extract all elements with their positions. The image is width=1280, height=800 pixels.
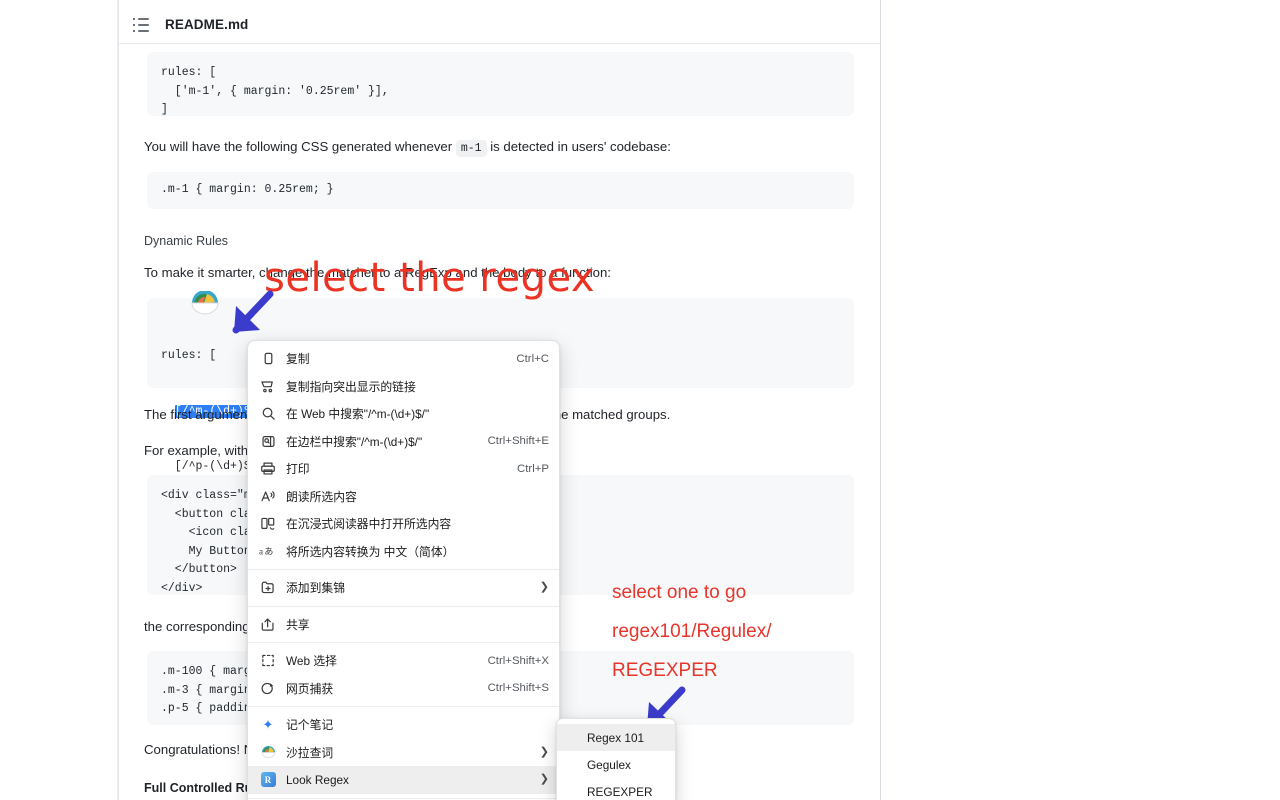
share-icon xyxy=(256,615,280,633)
chevron-right-icon: ❯ xyxy=(539,745,549,758)
submenu-item[interactable]: Gegulex xyxy=(557,751,675,778)
list-icon[interactable] xyxy=(133,17,149,32)
context-menu-item-shortcut: Ctrl+Shift+X xyxy=(487,654,549,667)
menu-separator xyxy=(248,642,559,643)
submenu-item[interactable]: REGEXPER xyxy=(557,778,675,800)
context-menu-item-shortcut: Ctrl+C xyxy=(516,352,549,365)
context-menu-item-label: 添加到集锦 xyxy=(286,581,345,596)
context-menu-item[interactable]: 添加到集锦 ❯ xyxy=(248,574,559,602)
svg-text:あ: あ xyxy=(264,547,273,558)
context-menu-item-shortcut: Ctrl+P xyxy=(517,462,549,475)
context-menu-item-shortcut: Ctrl+Shift+S xyxy=(487,682,549,695)
context-menu-item[interactable]: 在边栏中搜索"/^m-(\d+)$/" Ctrl+Shift+E xyxy=(248,428,559,456)
page-left-gutter xyxy=(0,0,118,800)
context-menu-item[interactable]: 在 Web 中搜索"/^m-(\d+)$/" xyxy=(248,400,559,428)
copy-icon xyxy=(256,350,280,368)
context-menu-item-label: 沙拉查词 xyxy=(286,745,334,760)
context-menu-item-label: 在 Web 中搜索"/^m-(\d+)$/" xyxy=(286,407,430,422)
context-menu-item[interactable]: ✦ 记个笔记 xyxy=(248,711,559,739)
paragraph-css-generated-post: is detected in users' codebase: xyxy=(486,139,671,154)
context-menu-item-label: Look Regex xyxy=(286,772,349,787)
web-select-icon xyxy=(256,652,280,670)
submenu-item[interactable]: Regex 101 xyxy=(557,724,675,751)
sidebar-search-icon xyxy=(256,432,280,450)
context-menu-item[interactable]: 朗读所选内容 xyxy=(248,483,559,511)
context-menu-item[interactable]: 打印 Ctrl+P xyxy=(248,455,559,483)
add-collection-icon xyxy=(256,579,280,597)
code-block-generated-css: .m-1 { margin: 0.25rem; } xyxy=(147,172,854,209)
context-menu-item-label: 共享 xyxy=(286,617,310,632)
paragraph-css-generated: You will have the following CSS generate… xyxy=(144,137,854,159)
menu-separator xyxy=(248,605,559,607)
chevron-right-icon: ❯ xyxy=(539,773,549,786)
context-menu-item-shortcut: Ctrl+Shift+E xyxy=(487,435,549,448)
look-regex-icon: R xyxy=(256,771,280,789)
annotation-regex-sites: regex101/Regulex/ xyxy=(612,621,772,642)
context-menu-item-label: 打印 xyxy=(286,462,310,477)
search-icon xyxy=(256,405,280,423)
context-menu-item[interactable]: a あ将所选内容转换为 中文（简体） xyxy=(248,538,559,566)
page-right-gutter xyxy=(881,0,1280,800)
subheading-dynamic-rules: Dynamic Rules xyxy=(144,234,229,248)
read-aloud-icon xyxy=(256,487,280,505)
file-name: README.md xyxy=(165,17,249,32)
copy-link-icon xyxy=(256,377,280,395)
context-menu-item-label: Web 选择 xyxy=(286,654,337,669)
menu-separator xyxy=(248,797,559,799)
salad-icon xyxy=(256,743,280,761)
file-header: README.md xyxy=(119,6,880,44)
salad-dict-sticker-icon[interactable] xyxy=(190,290,220,319)
menu-separator xyxy=(248,569,559,570)
immersive-reader-icon xyxy=(256,515,280,533)
code-block-rules-static: rules: [ ['m-1', { margin: '0.25rem' }],… xyxy=(147,52,854,116)
context-menu-item-label: 记个笔记 xyxy=(286,718,334,733)
context-menu-item-label: 朗读所选内容 xyxy=(286,489,357,504)
context-menu-item-label: 在沉浸式阅读器中打开所选内容 xyxy=(286,517,452,532)
note-icon: ✦ xyxy=(262,716,274,732)
inline-code-m1: m-1 xyxy=(455,140,487,157)
annotation-select-one-to-go: select one to go xyxy=(612,582,747,603)
context-menu[interactable]: 复制 Ctrl+C 复制指向突出显示的链接在 Web 中搜索"/^m-(\d+)$/… xyxy=(247,340,560,800)
look-regex-badge-icon: R xyxy=(260,772,276,788)
web-capture-icon xyxy=(256,679,280,697)
context-menu-item[interactable]: Web 选择 Ctrl+Shift+X xyxy=(248,647,559,675)
print-icon xyxy=(256,460,280,478)
context-menu-item-label: 复制 xyxy=(286,352,310,367)
context-menu-item[interactable]: R Look Regex ❯ xyxy=(248,766,559,794)
context-menu-item-label: 网页捕获 xyxy=(286,681,334,696)
svg-text:a: a xyxy=(259,547,263,557)
context-menu-item[interactable]: 沙拉查词 ❯ xyxy=(248,739,559,767)
chevron-right-icon: ❯ xyxy=(539,581,549,594)
screenshot-root: README.md rules: [ ['m-1', { margin: '0.… xyxy=(0,0,1280,800)
paragraph-css-generated-pre: You will have the following CSS generate… xyxy=(144,139,456,154)
context-menu-item[interactable]: 网页捕获 Ctrl+Shift+S xyxy=(248,675,559,703)
context-menu-item[interactable]: 在沉浸式阅读器中打开所选内容 xyxy=(248,510,559,538)
look-regex-submenu[interactable]: Regex 101 Gegulex REGEXPER xyxy=(556,718,676,800)
context-menu-item-label: 将所选内容转换为 中文（简体） xyxy=(286,544,455,559)
menu-separator xyxy=(248,706,559,707)
context-menu-item[interactable]: 复制指向突出显示的链接 xyxy=(248,373,559,401)
context-menu-item[interactable]: 复制 Ctrl+C xyxy=(248,345,559,373)
context-menu-item[interactable]: 共享 xyxy=(248,611,559,639)
annotation-regexper: REGEXPER xyxy=(612,660,718,681)
context-menu-item-label: 在边栏中搜索"/^m-(\d+)$/" xyxy=(286,434,423,449)
translate-icon: aあ xyxy=(256,542,280,560)
paragraph-make-it-smarter: To make it smarter, change the matcher t… xyxy=(144,265,611,280)
context-menu-item-label: 复制指向突出显示的链接 xyxy=(286,379,416,394)
